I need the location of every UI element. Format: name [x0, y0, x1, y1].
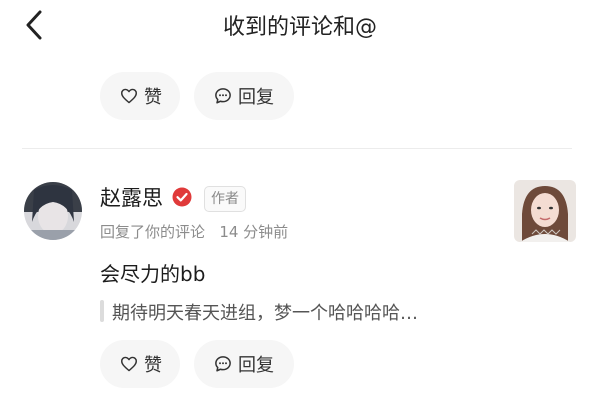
page-title: 收到的评论和@: [222, 15, 377, 40]
timestamp: 14 分钟前: [219, 223, 289, 241]
comment-text[interactable]: 会尽力的bb: [100, 258, 205, 287]
like-label: 赞: [144, 87, 162, 108]
comment-reply-button[interactable]: 回复: [194, 340, 294, 388]
header: 收到的评论和@: [0, 0, 600, 50]
action-text: 回复了你的评论: [100, 223, 206, 241]
reply-button[interactable]: 回复: [194, 72, 294, 120]
heart-icon: [120, 88, 137, 104]
thumbnail-image: [514, 180, 576, 242]
username[interactable]: 赵露思: [100, 182, 163, 212]
comment-like-button[interactable]: 赞: [100, 340, 180, 388]
quoted-comment[interactable]: 期待明天春天进组，梦一个哈哈哈哈…: [112, 299, 418, 325]
avatar[interactable]: [24, 182, 82, 240]
comment-bubble-icon: [215, 356, 231, 372]
quote-bar: [100, 300, 104, 322]
reply-label: 回复: [238, 87, 274, 108]
post-thumbnail[interactable]: [514, 180, 576, 242]
comments-page: 收到的评论和@ 赞 回复 赵露思 作者 回复了你的评论 14 分钟前 会尽力的b…: [0, 0, 600, 402]
avatar-image: [24, 182, 82, 240]
comment-meta: 回复了你的评论 14 分钟前: [100, 221, 288, 242]
like-button[interactable]: 赞: [100, 72, 180, 120]
comment-bubble-icon: [215, 88, 231, 104]
verified-badge-icon: [172, 187, 192, 207]
reply-label: 回复: [238, 355, 274, 376]
author-tag: 作者: [204, 186, 246, 212]
heart-icon: [120, 356, 137, 372]
like-label: 赞: [144, 355, 162, 376]
divider: [22, 148, 572, 149]
